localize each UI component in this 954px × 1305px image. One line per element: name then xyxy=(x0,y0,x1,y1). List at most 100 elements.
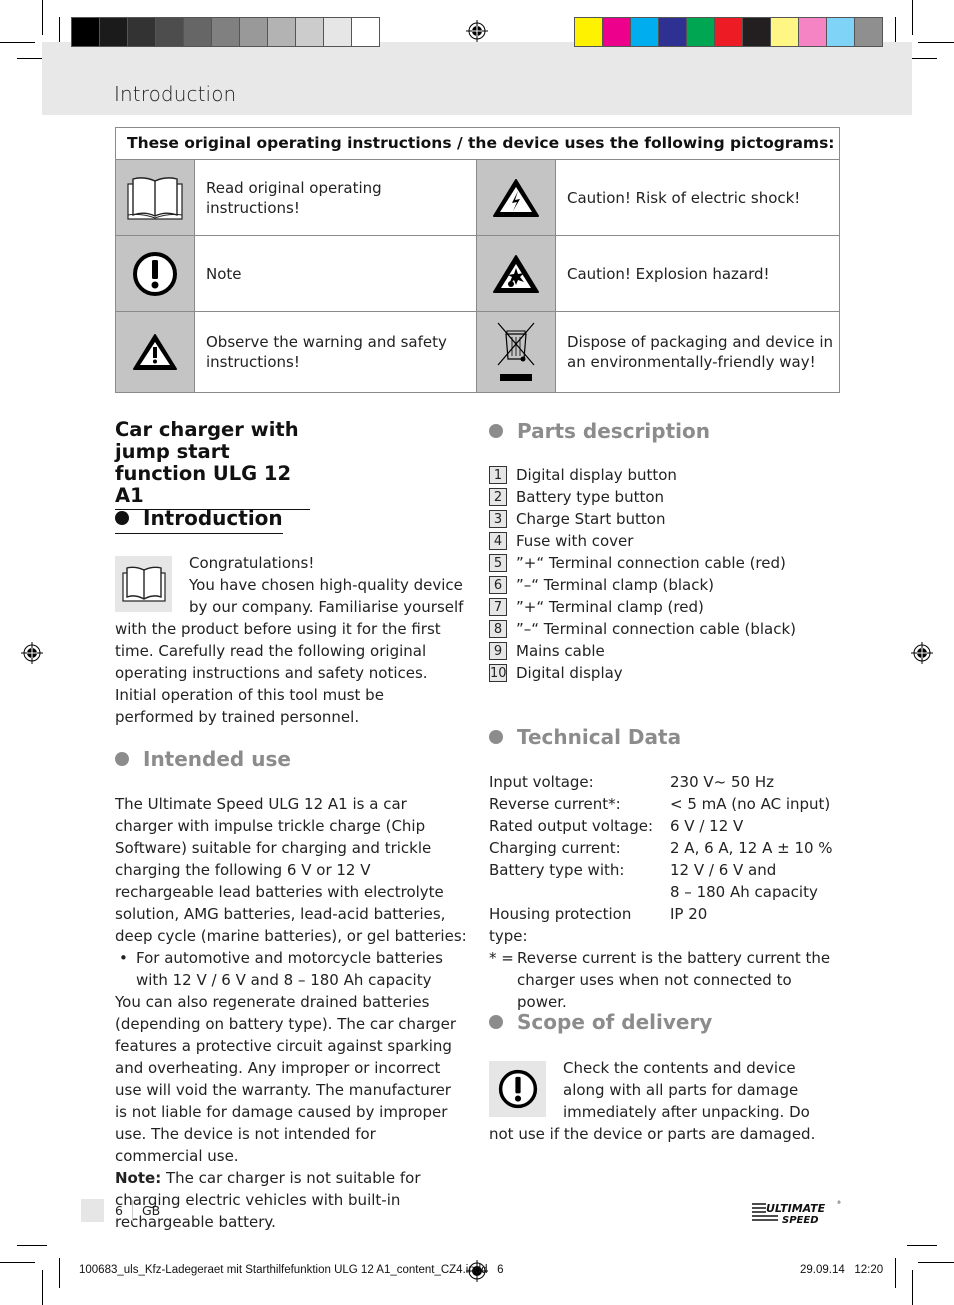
grayscale-swatch xyxy=(324,18,351,46)
explosion-icon xyxy=(493,254,539,293)
note-text: The car charger is not suitable for char… xyxy=(115,1169,421,1231)
part-number: 7 xyxy=(489,598,507,616)
technical-data-value: 230 V~ 50 Hz xyxy=(670,773,775,791)
footer-datetime: 29.09.14 12:20 xyxy=(800,1264,884,1276)
section-heading-text: Introduction xyxy=(143,506,283,530)
header-band: Introduction xyxy=(42,42,912,115)
crop-mark xyxy=(912,1270,913,1305)
pictogram-icon-cell xyxy=(116,160,195,235)
warning-icon xyxy=(133,334,177,370)
color-swatch xyxy=(799,18,826,46)
part-item: 9 Mains cable xyxy=(489,640,839,662)
pictogram-icon-cell xyxy=(477,312,556,392)
technical-data-key xyxy=(489,881,670,903)
pictogram-table-title: These original operating instructions / … xyxy=(116,128,839,160)
part-label: ”+“ Terminal clamp (red) xyxy=(516,598,704,616)
technical-data-footnote: * = Reverse current is the battery curre… xyxy=(489,947,844,1013)
footer-divider xyxy=(132,1200,133,1222)
technical-data-key: Rated output voltage: xyxy=(489,817,654,835)
electric-shock-icon xyxy=(493,178,539,217)
pictogram-icon-cell xyxy=(116,236,195,311)
technical-data-row: Rated output voltage: 6 V / 12 V xyxy=(489,815,844,837)
part-item: 8 ”–“ Terminal connection cable (black) xyxy=(489,618,839,640)
part-label: Charge Start button xyxy=(516,510,666,528)
crop-mark xyxy=(42,0,43,35)
grayscale-swatch xyxy=(268,18,295,46)
bullet-dot-icon xyxy=(115,511,129,525)
color-calibration-bar xyxy=(574,17,883,47)
part-number: 9 xyxy=(489,642,507,660)
technical-data-row: 8 – 180 Ah capacity xyxy=(489,881,844,903)
crop-mark xyxy=(42,1270,43,1305)
technical-data-value: IP 20 xyxy=(670,905,708,923)
technical-data-row: Reverse current*: < 5 mA (no AC input) xyxy=(489,793,844,815)
svg-text:ULTIMATE: ULTIMATE xyxy=(766,1202,826,1215)
pictogram-text: Note xyxy=(195,236,477,311)
registration-mark-icon xyxy=(911,642,933,664)
book-icon xyxy=(127,176,183,220)
note-label: Note: xyxy=(115,1169,162,1187)
pictogram-text: Observe the warning and safety instructi… xyxy=(195,312,477,392)
page-number-box xyxy=(81,1199,104,1222)
part-label: Digital display button xyxy=(516,466,677,484)
part-number: 2 xyxy=(489,488,507,506)
pictogram-table: These original operating instructions / … xyxy=(115,127,840,393)
registration-mark-icon xyxy=(466,20,488,42)
technical-data-table: Input voltage: 230 V~ 50 Hz Reverse curren… xyxy=(489,771,844,1013)
part-label: ”–“ Terminal connection cable (black) xyxy=(516,620,797,638)
section-header-title: Introduction xyxy=(114,82,237,106)
pictogram-icon-cell xyxy=(477,160,556,235)
product-title: Car charger with jump start function ULG… xyxy=(115,419,310,510)
recycling-bin-icon xyxy=(497,322,535,381)
technical-data-row: Charging current: 2 A, 6 A, 12 A ± 10 % xyxy=(489,837,844,859)
technical-data-value: < 5 mA (no AC input) xyxy=(670,795,831,813)
grayscale-swatch xyxy=(184,18,211,46)
pictogram-row: Note Caution! Explosion hazard! xyxy=(116,236,839,312)
grayscale-calibration-bar xyxy=(71,17,380,47)
part-label: Digital display xyxy=(516,664,623,682)
pictogram-text: Read original operating instructions! xyxy=(195,160,477,235)
intended-use-bullet: • For automotive and motorcycle batterie… xyxy=(115,947,467,991)
grayscale-swatch xyxy=(240,18,267,46)
color-swatch xyxy=(855,18,882,46)
footnote-mark: * = xyxy=(489,949,514,967)
section-heading-parts-description: Parts description xyxy=(489,419,710,443)
part-item: 6 ”–“ Terminal clamp (black) xyxy=(489,574,839,596)
registration-mark-icon xyxy=(21,642,43,664)
crop-mark xyxy=(59,1258,60,1288)
language-code: GB xyxy=(142,1203,161,1218)
color-swatch xyxy=(575,18,602,46)
part-item: 7 ”+“ Terminal clamp (red) xyxy=(489,596,839,618)
part-label: Fuse with cover xyxy=(516,532,634,550)
grayscale-swatch xyxy=(100,18,127,46)
technical-data-row: Battery type with: 12 V / 6 V and xyxy=(489,859,844,881)
color-swatch xyxy=(687,18,714,46)
part-number: 3 xyxy=(489,510,507,528)
pictogram-text: Dispose of packaging and device in an en… xyxy=(567,333,834,371)
technical-data-key: Charging current: xyxy=(489,839,621,857)
part-item: 5 ”+“ Terminal connection cable (red) xyxy=(489,552,839,574)
part-number: 8 xyxy=(489,620,507,638)
part-number: 6 xyxy=(489,576,507,594)
color-swatch xyxy=(603,18,630,46)
section-heading-introduction: Introduction xyxy=(115,506,283,534)
crop-mark xyxy=(912,0,913,35)
part-label: ”+“ Terminal connection cable (red) xyxy=(516,554,786,572)
part-item: 10 Digital display xyxy=(489,662,839,684)
technical-data-key: Battery type with: xyxy=(489,861,625,879)
crop-mark xyxy=(918,42,954,43)
pictogram-text: Caution! Explosion hazard! xyxy=(567,264,770,283)
color-swatch xyxy=(659,18,686,46)
introduction-body: You have chosen high-quality device by o… xyxy=(115,574,465,728)
color-swatch xyxy=(827,18,854,46)
bullet-icon: • xyxy=(119,949,128,967)
section-heading-text: Intended use xyxy=(143,747,291,771)
section-heading-text: Technical Data xyxy=(517,725,682,749)
part-label: Mains cable xyxy=(516,642,605,660)
pictogram-row: Read original operating instructions! Ca… xyxy=(116,160,839,236)
footer-file-info: 100683_uls_Kfz-Ladegeraet mit Starthilfe… xyxy=(79,1264,504,1276)
bullet-dot-icon xyxy=(115,752,129,766)
part-number: 1 xyxy=(489,466,507,484)
page-number: 6 xyxy=(115,1203,123,1218)
crop-mark xyxy=(895,1258,896,1288)
